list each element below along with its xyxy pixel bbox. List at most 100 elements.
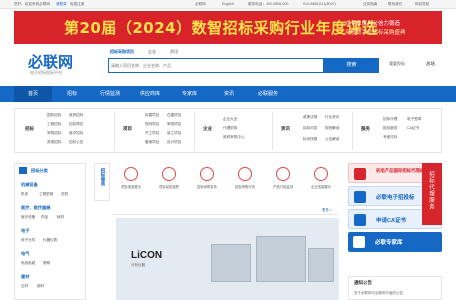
nav-news[interactable]: 资讯 — [224, 90, 234, 97]
city-selector[interactable]: 总站 — [426, 61, 435, 67]
ebid-icon — [354, 191, 366, 203]
greeting-text: 您好，欢迎来到必联网 — [14, 2, 50, 6]
sidebar-head[interactable]: 电气 — [21, 251, 29, 257]
search-tab-company[interactable]: 企业 — [148, 49, 156, 55]
floating-service-tab[interactable]: 招标代理服务 — [422, 163, 442, 225]
nav-experts[interactable]: 专家库 — [182, 90, 197, 97]
service-item[interactable]: 项目动态追踪 — [150, 167, 188, 189]
sidebar-head[interactable]: 建材 — [21, 274, 29, 280]
cat-link[interactable]: 审批项目 — [167, 122, 181, 127]
main-nav: 首页 招标 行情监测 供应商库 专家库 资讯 必联服务 — [0, 86, 456, 102]
cat-head-news: 资讯 — [281, 126, 290, 131]
sidebar-link[interactable]: 工程机械 — [39, 192, 53, 197]
cat-head-project: 项目 — [123, 126, 132, 131]
instrument-image — [211, 244, 251, 282]
cat-link[interactable]: 政府采购中心 — [223, 135, 245, 140]
cat-link[interactable]: 政策法规 — [303, 115, 317, 120]
cat-head-company: 企业 — [203, 126, 212, 131]
service-item[interactable]: 招标采购行情 — [226, 167, 264, 189]
cat-link[interactable]: 备案项目 — [145, 140, 159, 145]
cat-link[interactable]: 企业大全 — [223, 117, 237, 122]
ebid-label: 必联电子招投标 — [376, 195, 415, 201]
cat-link[interactable]: 招标预告 — [69, 122, 83, 127]
cat-link[interactable]: 国际招标 — [47, 113, 61, 118]
ad-subtitle: 分析仪器 — [131, 263, 145, 267]
sidebar-link[interactable]: 农机 — [61, 192, 68, 197]
cat-link[interactable]: 拟建项目 — [145, 113, 159, 118]
service-label: 招标采购发布 — [197, 185, 217, 189]
cat-link[interactable]: 在建项目 — [167, 113, 181, 118]
contact-link[interactable]: 联系我们 — [388, 2, 402, 7]
nav-bidding[interactable]: 招标 — [67, 90, 77, 97]
cat-link[interactable]: 招标公告 — [69, 140, 83, 145]
sidebar-link[interactable]: 照明 — [43, 261, 50, 266]
sidebar-link[interactable]: 电线电缆 — [21, 261, 35, 266]
cat-link[interactable]: 工程招标 — [47, 122, 61, 127]
nav-services[interactable]: 必联服务 — [258, 90, 278, 97]
cat-link[interactable]: 招标代理 — [383, 117, 397, 122]
cat-link[interactable]: 标讯快报 — [303, 137, 317, 142]
cat-link[interactable]: 行业资讯 — [325, 115, 339, 120]
search-tab-news[interactable]: 资讯 — [170, 49, 178, 55]
sidebar-link[interactable]: 石材 — [21, 284, 28, 289]
mobile-link[interactable]: 必联网 — [195, 2, 206, 7]
service-item[interactable]: 招标采购发布 — [188, 167, 226, 189]
divider — [114, 112, 115, 150]
register-link[interactable]: 免费注册 — [70, 2, 84, 7]
search-input[interactable] — [111, 61, 261, 70]
cat-link[interactable]: 代理机构 — [223, 126, 237, 131]
english-link[interactable]: English — [222, 2, 234, 6]
ad-title: LiCON — [131, 250, 163, 261]
promo-banner[interactable]: 第20届（2024）数智招标采购行业年度评选 以专业度与公信力锻造 年度数字化招… — [14, 11, 442, 44]
category-sidebar: 招标分类 机械设备 机床 工程机械 农机 医疗、医疗器械 医疗设备 药品 耗材 … — [14, 163, 86, 300]
cat-link[interactable]: 电子签章 — [407, 117, 421, 122]
service-item[interactable]: 项目信息登记 — [112, 167, 150, 189]
ad-banner[interactable]: LiCON 分析仪器 — [116, 218, 339, 300]
cat-link[interactable]: 专家评标 — [383, 135, 397, 140]
sidebar-link[interactable]: 机床 — [21, 192, 28, 197]
bid-link[interactable]: 我要投标 — [389, 61, 405, 67]
sidebar-head[interactable]: 机械设备 — [21, 182, 38, 188]
cat-link[interactable]: 政府招标 — [69, 113, 83, 118]
sidebar-link[interactable]: 仪器仪表 — [43, 238, 57, 243]
cat-link[interactable]: 规则解读 — [325, 126, 339, 131]
cat-link[interactable]: 医疗招标 — [69, 131, 83, 136]
banner-line1: 以专业度与公信力锻造 — [345, 21, 401, 27]
guide-link[interactable]: 业务指南 — [363, 2, 377, 7]
sidebar-link[interactable]: 医疗设备 — [21, 215, 35, 220]
nav-market[interactable]: 行情监测 — [100, 90, 120, 97]
cat-link[interactable]: 其他招标 — [47, 140, 61, 145]
sidebar-link[interactable]: 药品 — [41, 215, 48, 220]
notice-item[interactable]: 关于必联网平台服务升级的公告 — [354, 291, 403, 296]
expert-button[interactable]: 必联专家库 — [348, 232, 442, 252]
nav-home[interactable]: 首页 — [14, 86, 52, 102]
cat-link[interactable]: 开工项目 — [145, 131, 159, 136]
site-nav-link[interactable]: 网站导航 — [415, 2, 429, 7]
sidebar-link[interactable]: 电子元件 — [21, 238, 35, 243]
site-logo[interactable]: 必联网 — [28, 51, 73, 72]
cat-link[interactable]: 投标服务 — [383, 126, 397, 131]
sidebar-head[interactable]: 医疗、医疗器械 — [21, 205, 50, 211]
cat-link[interactable]: 竣工项目 — [167, 131, 181, 136]
register-icon — [124, 167, 138, 181]
login-link[interactable]: 请登录 — [56, 2, 67, 7]
sidebar-link[interactable]: 耗材 — [57, 215, 64, 220]
cat-link[interactable]: 采购招标 — [47, 131, 61, 136]
service-item[interactable]: 企业信息展示 — [302, 167, 340, 189]
cat-link[interactable]: CA证书 — [407, 126, 419, 131]
cat-link[interactable]: 规划项目 — [145, 122, 159, 127]
search-button[interactable]: 搜索 — [324, 58, 379, 73]
cat-link[interactable]: 招标问答 — [303, 126, 317, 131]
service-label: 项目动态追踪 — [159, 185, 179, 189]
track-icon — [162, 167, 176, 181]
menu-icon — [19, 167, 27, 174]
sidebar-link[interactable]: 钢材 — [37, 284, 44, 289]
sidebar-head[interactable]: 电子 — [21, 228, 29, 234]
service-item[interactable]: 产品行情监测 — [264, 167, 302, 189]
cat-link[interactable]: 设计项目 — [167, 140, 181, 145]
category-panel: 招标 国际招标 政府招标 工程招标 招标预告 采购招标 医疗招标 其他招标 招标… — [14, 108, 442, 153]
more-link[interactable]: 更多 > — [322, 208, 332, 213]
cat-link[interactable]: 公告解读 — [325, 137, 339, 142]
search-tab-project[interactable]: 招标采购项目 — [110, 49, 134, 55]
nav-suppliers[interactable]: 供应商库 — [140, 90, 160, 97]
